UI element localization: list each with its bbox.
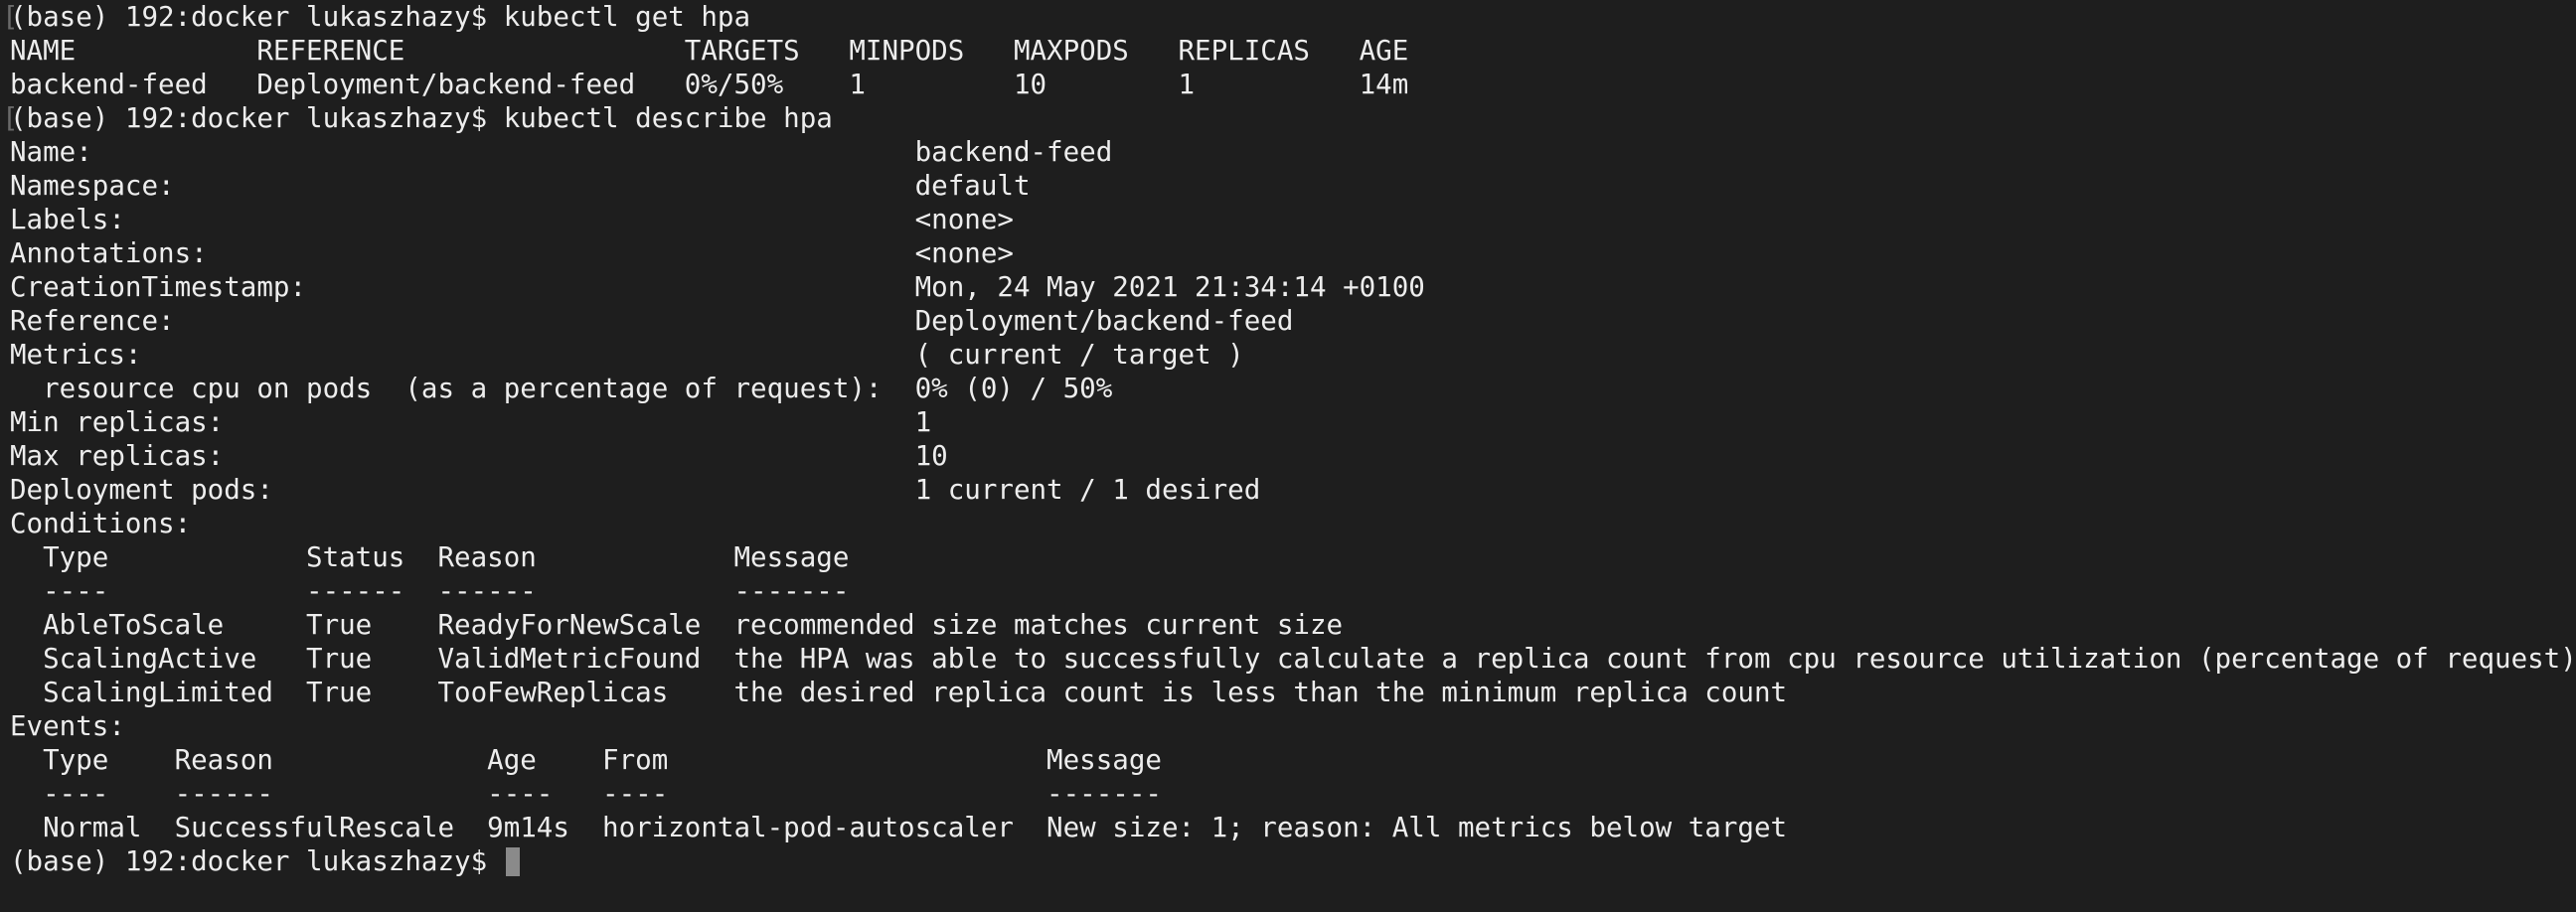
terminal-line: Normal SuccessfulRescale 9m14s horizonta… <box>10 811 2576 844</box>
terminal-line: Max replicas: 10 <box>10 439 2576 473</box>
terminal-line-text: ---- ------ ------ ------- <box>10 575 850 607</box>
terminal-line: Events: <box>10 709 2576 743</box>
terminal-line-text: Type Reason Age From Message <box>10 744 1162 776</box>
terminal-line-text: Min replicas: 1 <box>10 406 932 438</box>
command-mark-icon: [ <box>2 1 19 33</box>
terminal-line-text: NAME REFERENCE TARGETS MINPODS MAXPODS R… <box>10 35 1409 67</box>
terminal-line: CreationTimestamp: Mon, 24 May 2021 21:3… <box>10 270 2576 304</box>
terminal-line-text: Conditions: <box>10 508 192 539</box>
terminal-line: AbleToScale True ReadyForNewScale recomm… <box>10 608 2576 642</box>
terminal-line-text: ScalingActive True ValidMetricFound the … <box>10 643 2576 675</box>
terminal-line-text: Reference: Deployment/backend-feed <box>10 305 1294 337</box>
terminal-line: Namespace: default <box>10 169 2576 203</box>
terminal-line-text: Metrics: ( current / target ) <box>10 339 1244 371</box>
terminal-line-text: backend-feed Deployment/backend-feed 0%/… <box>10 69 1409 100</box>
terminal-line: [(base) 192:docker lukaszhazy$ kubectl g… <box>2 0 2576 34</box>
terminal-line: Annotations: <none> <box>10 236 2576 270</box>
terminal-line: NAME REFERENCE TARGETS MINPODS MAXPODS R… <box>10 34 2576 68</box>
terminal-line: Min replicas: 1 <box>10 405 2576 439</box>
terminal-line: Conditions: <box>10 507 2576 540</box>
text-cursor <box>505 847 520 876</box>
terminal-line: Labels: <none> <box>10 203 2576 236</box>
terminal-line: Type Status Reason Message <box>10 540 2576 574</box>
terminal-line-text: Name: backend-feed <box>10 136 1113 168</box>
terminal-line-text: AbleToScale True ReadyForNewScale recomm… <box>10 609 1344 641</box>
terminal-line: [(base) 192:docker lukaszhazy$ kubectl d… <box>2 101 2576 135</box>
terminal-line-text: ScalingLimited True TooFewReplicas the d… <box>10 677 1788 708</box>
terminal-line-text: (base) 192:docker lukaszhazy$ kubectl ge… <box>10 1 751 33</box>
terminal-line-text: ---- ------ ---- ---- ------- <box>10 778 1162 810</box>
terminal-line: Metrics: ( current / target ) <box>10 338 2576 372</box>
terminal-line-text: resource cpu on pods (as a percentage of… <box>10 373 1113 404</box>
terminal-line-text: Type Status Reason Message <box>10 541 850 573</box>
terminal-line-text: CreationTimestamp: Mon, 24 May 2021 21:3… <box>10 271 1425 303</box>
terminal-line: resource cpu on pods (as a percentage of… <box>10 372 2576 405</box>
terminal-line-text: (base) 192:docker lukaszhazy$ kubectl de… <box>10 102 833 134</box>
terminal-line-text: Namespace: default <box>10 170 1031 202</box>
terminal-line: Reference: Deployment/backend-feed <box>10 304 2576 338</box>
terminal-line-text: Annotations: <none> <box>10 237 1014 269</box>
terminal-line: Name: backend-feed <box>10 135 2576 169</box>
command-mark-icon: [ <box>2 102 19 134</box>
terminal-line: ScalingActive True ValidMetricFound the … <box>10 642 2576 676</box>
shell-prompt: (base) 192:docker lukaszhazy$ <box>10 845 504 877</box>
terminal-line-text: Deployment pods: 1 current / 1 desired <box>10 474 1261 506</box>
terminal-output: [(base) 192:docker lukaszhazy$ kubectl g… <box>2 0 2576 844</box>
terminal-line-text: Events: <box>10 710 125 742</box>
terminal-line: Deployment pods: 1 current / 1 desired <box>10 473 2576 507</box>
terminal-line: ScalingLimited True TooFewReplicas the d… <box>10 676 2576 709</box>
terminal-line: ---- ------ ------ ------- <box>10 574 2576 608</box>
terminal-line: backend-feed Deployment/backend-feed 0%/… <box>10 68 2576 101</box>
terminal-line-text: Normal SuccessfulRescale 9m14s horizonta… <box>10 812 1788 843</box>
terminal-prompt-line[interactable]: (base) 192:docker lukaszhazy$ <box>10 844 2576 878</box>
terminal-line-text: Max replicas: 10 <box>10 440 948 472</box>
terminal-line-text: Labels: <none> <box>10 204 1014 235</box>
terminal-line: Type Reason Age From Message <box>10 743 2576 777</box>
terminal-line: ---- ------ ---- ---- ------- <box>10 777 2576 811</box>
terminal-window[interactable]: [(base) 192:docker lukaszhazy$ kubectl g… <box>0 0 2576 912</box>
